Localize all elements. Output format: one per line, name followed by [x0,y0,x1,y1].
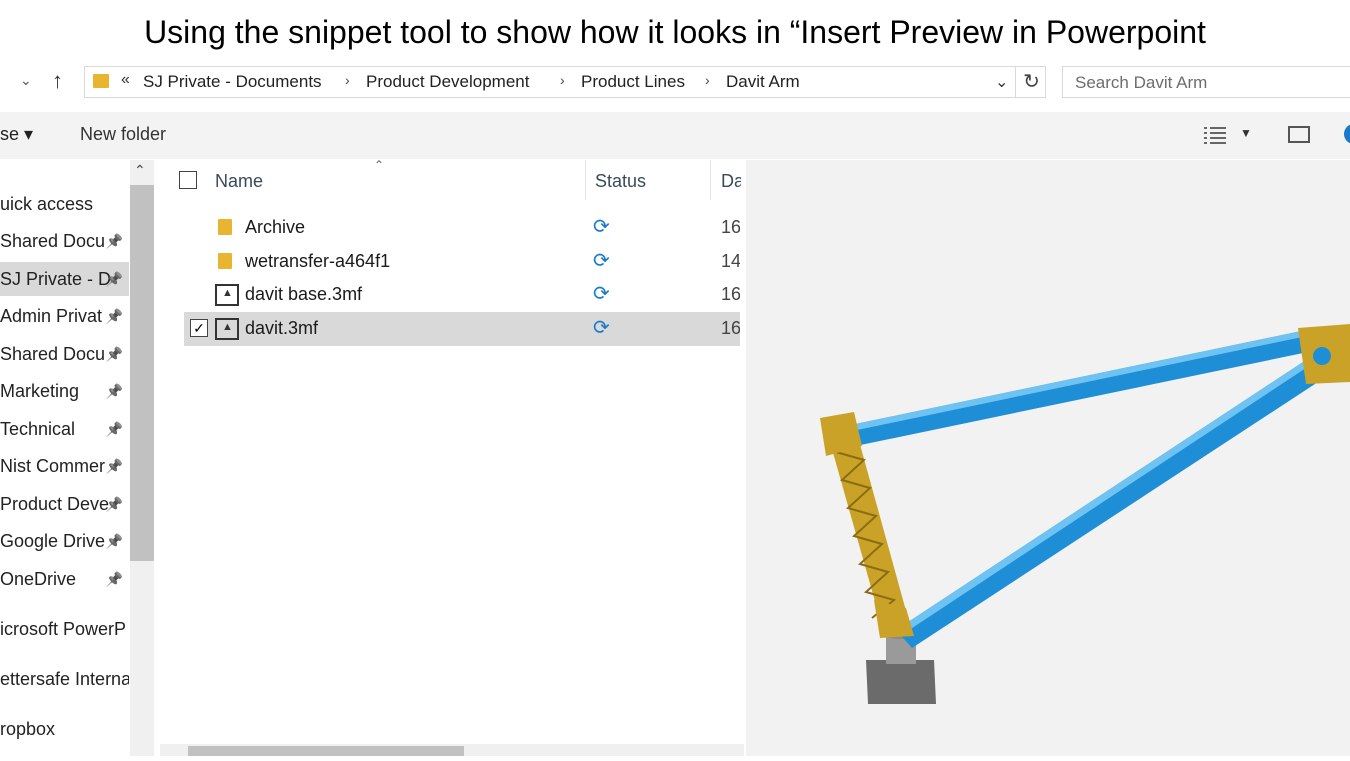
folder-icon [218,219,232,235]
breadcrumb-overflow-icon[interactable]: « [121,71,130,89]
sidebar-item-label: Marketing [0,381,80,401]
breadcrumb-separator[interactable]: › [560,72,565,88]
sidebar-item[interactable]: Marketing 📌 [0,374,129,408]
row-checkbox[interactable]: ✓ [190,319,208,337]
file-name: davit.3mf [245,318,319,338]
sidebar-item[interactable]: ettersafe Interna [0,662,129,696]
sidebar-item[interactable]: OneDrive 📌 [0,562,129,596]
sidebar-item-label: icrosoft PowerP [0,619,127,639]
view-dropdown-icon[interactable]: ▼ [1240,126,1252,140]
file-date: 16, [721,217,740,237]
pin-icon: 📌 [105,383,123,399]
file-name: davit base.3mf [245,284,363,304]
sidebar-item-label: Admin Privat [0,306,103,326]
column-header-date[interactable]: Da [721,171,741,192]
sidebar-item-label: Product Deve [0,494,110,514]
sidebar-item-label: SJ Private - D [0,269,112,289]
base-plate [866,660,936,704]
sidebar-item-label: Technical [0,419,76,439]
3mf-file-icon [215,284,239,306]
file-row[interactable]: davit base.3mf ⟳ 16, [184,278,740,312]
folder-icon [93,74,109,88]
nav-scrollbar-thumb[interactable] [130,185,154,561]
breadcrumb-separator[interactable]: › [345,72,350,88]
breadcrumb-separator[interactable]: › [705,72,710,88]
preview-pane-icon[interactable] [1288,126,1310,143]
column-header-status[interactable]: Status [595,171,646,192]
sidebar-item-label: Nist Commer [0,456,106,476]
sidebar-item-label: ropbox [0,719,56,739]
sidebar-item[interactable]: Shared Docu 📌 [0,224,129,258]
sidebar-item-label: Shared Docu [0,231,106,251]
view-layout-icon[interactable] [1204,126,1228,144]
sidebar-item[interactable]: Google Drive 📌 [0,524,129,558]
folder-icon [218,253,232,269]
sync-icon: ⟳ [593,283,610,305]
pin-icon: 📌 [105,271,123,287]
up-arrow-icon[interactable]: ↑ [52,68,63,94]
davit-3d-preview-image [820,324,1350,704]
sync-icon: ⟳ [593,250,610,272]
file-row[interactable]: wetransfer-a464f1 ⟳ 14, [184,245,740,279]
sidebar-item[interactable]: Technical 📌 [0,412,129,446]
chevron-down-icon[interactable]: ⌄ [995,72,1008,92]
sidebar-item[interactable]: Shared Docu 📌 [0,337,129,371]
pin-icon: 📌 [105,496,123,512]
file-row[interactable]: Archive ⟳ 16, [184,211,740,245]
sidebar-item[interactable]: Nist Commer 📌 [0,449,129,483]
column-divider[interactable] [710,160,711,200]
breadcrumb-sj-private[interactable]: SJ Private - Documents [143,72,322,92]
new-folder-button[interactable]: New folder [80,124,166,145]
sync-icon: ⟳ [593,317,610,339]
file-date: 16, [721,318,740,338]
sidebar-item[interactable]: Product Deve 📌 [0,487,129,521]
command-menu-button[interactable]: se ▾ [0,124,33,145]
command-bar: se ▾ New folder [0,112,1350,159]
sidebar-item[interactable]: uick access [0,187,129,221]
pin-icon: 📌 [105,458,123,474]
sidebar-item-label: OneDrive [0,569,77,589]
address-bar[interactable]: « SJ Private - Documents › Product Devel… [84,66,1046,98]
sidebar-item[interactable]: icrosoft PowerP [0,612,129,646]
recent-locations-chevron-icon[interactable]: ⌄ [20,72,32,89]
sidebar-item[interactable]: ropbox [0,712,129,746]
refresh-icon[interactable]: ↻ [1015,67,1047,97]
pin-icon: 📌 [105,346,123,362]
search-input[interactable]: Search Davit Arm [1062,66,1350,98]
select-all-checkbox[interactable] [179,171,197,189]
file-name: wetransfer-a464f1 [245,251,391,271]
breadcrumb-product-lines[interactable]: Product Lines [581,72,685,92]
column-divider[interactable] [585,160,586,200]
file-date: 14, [721,251,740,271]
pin-icon: 📌 [105,233,123,249]
sidebar-item-label: ettersafe Interna [0,669,129,689]
preview-pane [746,160,1350,756]
sidebar-item-label: Google Drive [0,531,106,551]
pin-icon: 📌 [105,308,123,324]
pin-icon: 📌 [105,533,123,549]
search-placeholder: Search Davit Arm [1075,73,1208,92]
sidebar-item-label: Shared Docu [0,344,106,364]
breadcrumb-davit-arm[interactable]: Davit Arm [726,72,800,92]
sidebar-item[interactable]: Admin Privat 📌 [0,299,129,333]
scroll-up-icon[interactable]: ⌃ [134,162,146,179]
3mf-file-icon [215,318,239,340]
sort-ascending-icon: ⌃ [374,158,385,172]
pin-icon: 📌 [105,571,123,587]
list-scrollbar-thumb[interactable] [188,746,464,756]
slide-title: Using the snippet tool to show how it lo… [144,14,1206,50]
file-date: 16, [721,284,740,304]
sidebar-item[interactable]: SJ Private - D 📌 [0,262,129,296]
file-row[interactable]: ✓ davit.3mf ⟳ 16, [184,312,740,346]
file-name: Archive [245,217,306,237]
pin-icon: 📌 [105,421,123,437]
breadcrumb-product-development[interactable]: Product Development [366,72,529,92]
truss-mast [828,430,908,626]
column-header-name[interactable]: Name [215,171,263,192]
sidebar-item-label: uick access [0,194,94,214]
sync-icon: ⟳ [593,216,610,238]
